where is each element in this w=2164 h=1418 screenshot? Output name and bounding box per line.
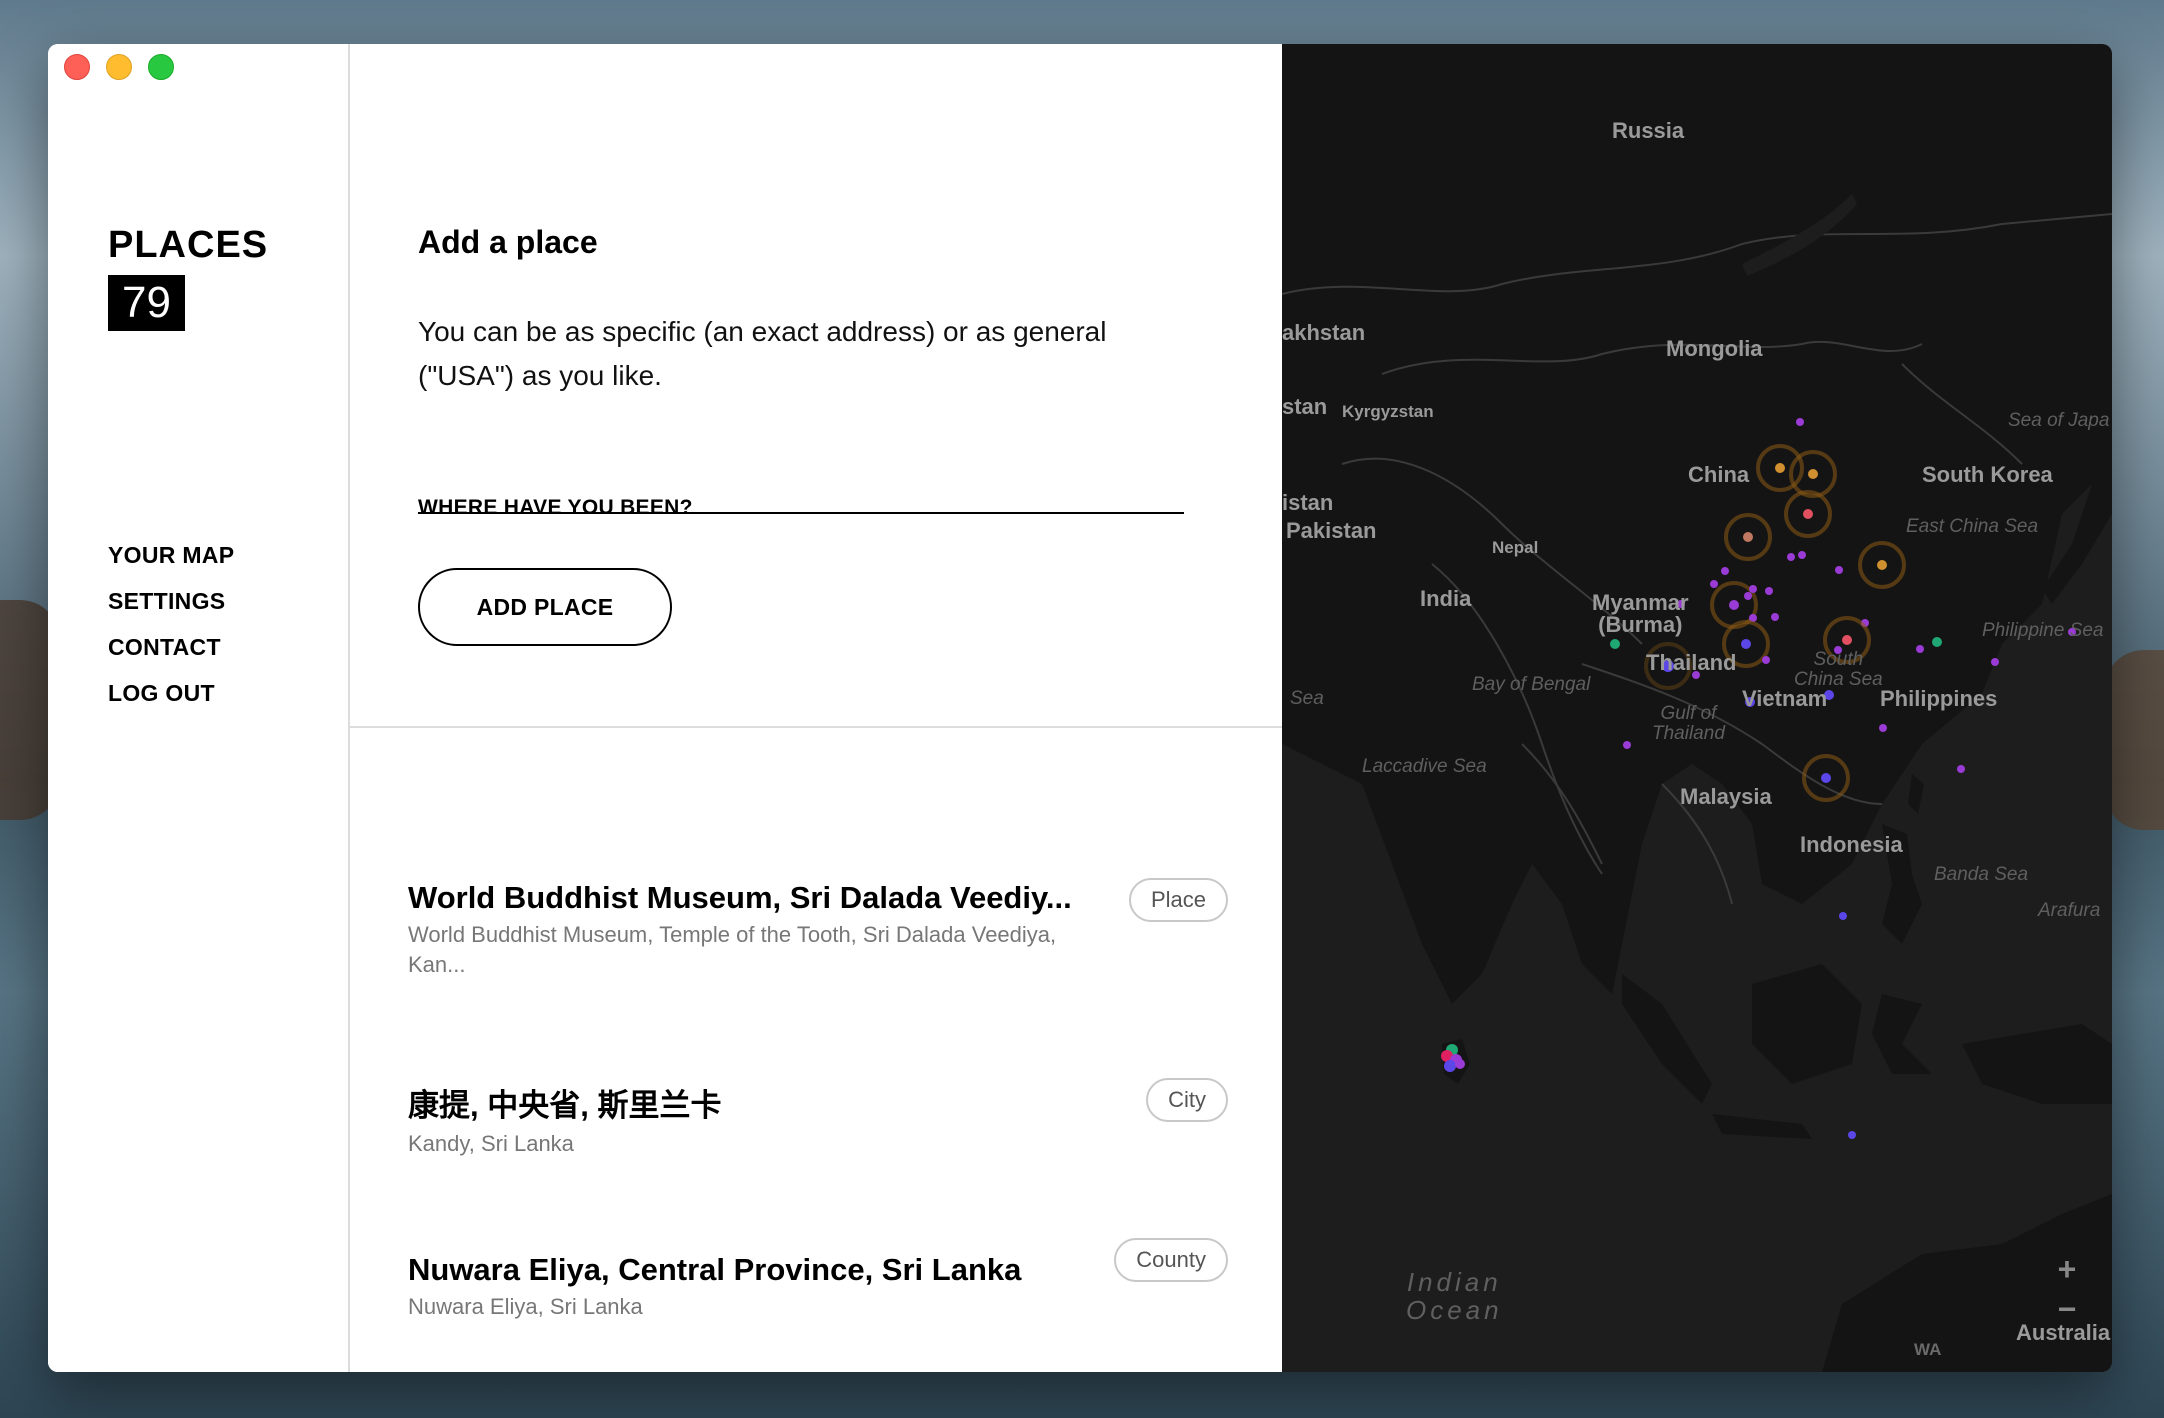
map-label-vietnam: Vietnam bbox=[1742, 686, 1828, 711]
map-label-malaysia: Malaysia bbox=[1680, 784, 1772, 809]
add-place-section: Add a place You can be as specific (an e… bbox=[350, 44, 1282, 728]
map-label-banda-sea: Banda Sea bbox=[1934, 864, 2029, 885]
place-subtitle: World Buddhist Museum, Temple of the Too… bbox=[408, 922, 1057, 977]
desktop-background-rocks bbox=[2104, 650, 2164, 830]
map-label-east-china-sea: East China Sea bbox=[1906, 516, 2039, 537]
window-controls bbox=[64, 54, 174, 80]
app-window: PLACES 79 YOUR MAP SETTINGS CONTACT LOG … bbox=[48, 44, 2112, 1372]
map-label-south-korea: South Korea bbox=[1922, 462, 2053, 487]
place-type-badge: City bbox=[1146, 1078, 1228, 1122]
map-label-bay-of-bengal: Bay of Bengal bbox=[1472, 674, 1591, 695]
map-label-nepal: Nepal bbox=[1492, 538, 1539, 557]
map-label-china: China bbox=[1688, 462, 1750, 487]
nav-contact[interactable]: CONTACT bbox=[108, 624, 234, 670]
place-subtitle: Kandy, Sri Lanka bbox=[408, 1131, 574, 1156]
place-input-label: WHERE HAVE YOU BEEN? bbox=[418, 496, 693, 519]
map-label-sea: Sea bbox=[1290, 688, 1324, 709]
place-subtitle: Nuwara Eliya, Sri Lanka bbox=[408, 1294, 643, 1319]
map-label-laccadive-sea: Laccadive Sea bbox=[1362, 756, 1487, 777]
map-label-thailand: Thailand bbox=[1646, 650, 1737, 675]
nav-your-map[interactable]: YOUR MAP bbox=[108, 532, 234, 578]
map-label-gulf-of-thailand: Gulf of Thailand bbox=[1652, 703, 1725, 744]
map-label-kazakhstan: akhstan bbox=[1282, 320, 1366, 345]
place-type-badge: Place bbox=[1128, 878, 1228, 922]
main-panel: Add a place You can be as specific (an e… bbox=[350, 44, 1282, 1372]
nav-log-out[interactable]: LOG OUT bbox=[108, 670, 234, 716]
map-label-mongolia: Mongolia bbox=[1666, 336, 1763, 361]
brand-title: PLACES bbox=[108, 224, 269, 266]
map-label-stan: stan bbox=[1282, 394, 1328, 419]
list-item[interactable]: Nuwara Eliya, Central Province, Sri Lank… bbox=[408, 1238, 1228, 1322]
sidebar: PLACES 79 YOUR MAP SETTINGS CONTACT LOG … bbox=[48, 44, 350, 1372]
sidebar-nav: YOUR MAP SETTINGS CONTACT LOG OUT bbox=[108, 532, 234, 716]
add-place-description: You can be as specific (an exact address… bbox=[418, 316, 1107, 391]
map-label-south-china-sea: South China Sea bbox=[1794, 649, 1883, 690]
map-label-philippines: Philippines bbox=[1880, 686, 1998, 711]
map-label-arafura: Arafura bbox=[2038, 900, 2101, 921]
map-label-kyrgyzstan: Kyrgyzstan bbox=[1342, 402, 1434, 421]
nav-settings[interactable]: SETTINGS bbox=[108, 578, 234, 624]
minimize-window-button[interactable] bbox=[106, 54, 132, 80]
list-item[interactable]: World Buddhist Museum, Sri Dalada Veediy… bbox=[408, 878, 1228, 980]
place-count-badge: 79 bbox=[108, 275, 185, 331]
place-title: World Buddhist Museum, Sri Dalada Veediy… bbox=[408, 880, 1072, 915]
zoom-out-button[interactable]: − bbox=[2052, 1293, 2082, 1325]
map-label-sea-of-japan: Sea of Japa bbox=[2008, 410, 2110, 431]
close-window-button[interactable] bbox=[64, 54, 90, 80]
brand: PLACES 79 bbox=[108, 224, 268, 331]
list-item[interactable]: 康提, 中央省, 斯里兰卡 Kandy, Sri Lanka City bbox=[408, 1078, 1228, 1159]
place-type-badge: County bbox=[1114, 1238, 1228, 1282]
place-title: Nuwara Eliya, Central Province, Sri Lank… bbox=[408, 1252, 1022, 1287]
map-label-wa: WA bbox=[1914, 1340, 1942, 1359]
map-label-russia: Russia bbox=[1612, 118, 1685, 143]
map-label-myanmar: Myanmar (Burma) bbox=[1592, 590, 1689, 637]
map-label-pakistan: Pakistan bbox=[1286, 518, 1377, 543]
maximize-window-button[interactable] bbox=[148, 54, 174, 80]
map-label-indian-ocean: Indian Ocean bbox=[1406, 1267, 1503, 1325]
map-label-india: India bbox=[1420, 586, 1472, 611]
place-title: 康提, 中央省, 斯里兰卡 bbox=[408, 1088, 722, 1123]
map-label-istan: istan bbox=[1282, 490, 1334, 515]
map-label-philippine-sea: Philippine Sea bbox=[1982, 620, 2104, 641]
map-label-indonesia: Indonesia bbox=[1800, 832, 1903, 857]
add-place-title: Add a place bbox=[418, 224, 598, 260]
zoom-in-button[interactable]: + bbox=[2052, 1253, 2082, 1285]
world-map[interactable]: Russia akhstan Mongolia Kyrgyzstan stan … bbox=[1282, 44, 2112, 1372]
add-place-button[interactable]: ADD PLACE bbox=[418, 568, 672, 646]
